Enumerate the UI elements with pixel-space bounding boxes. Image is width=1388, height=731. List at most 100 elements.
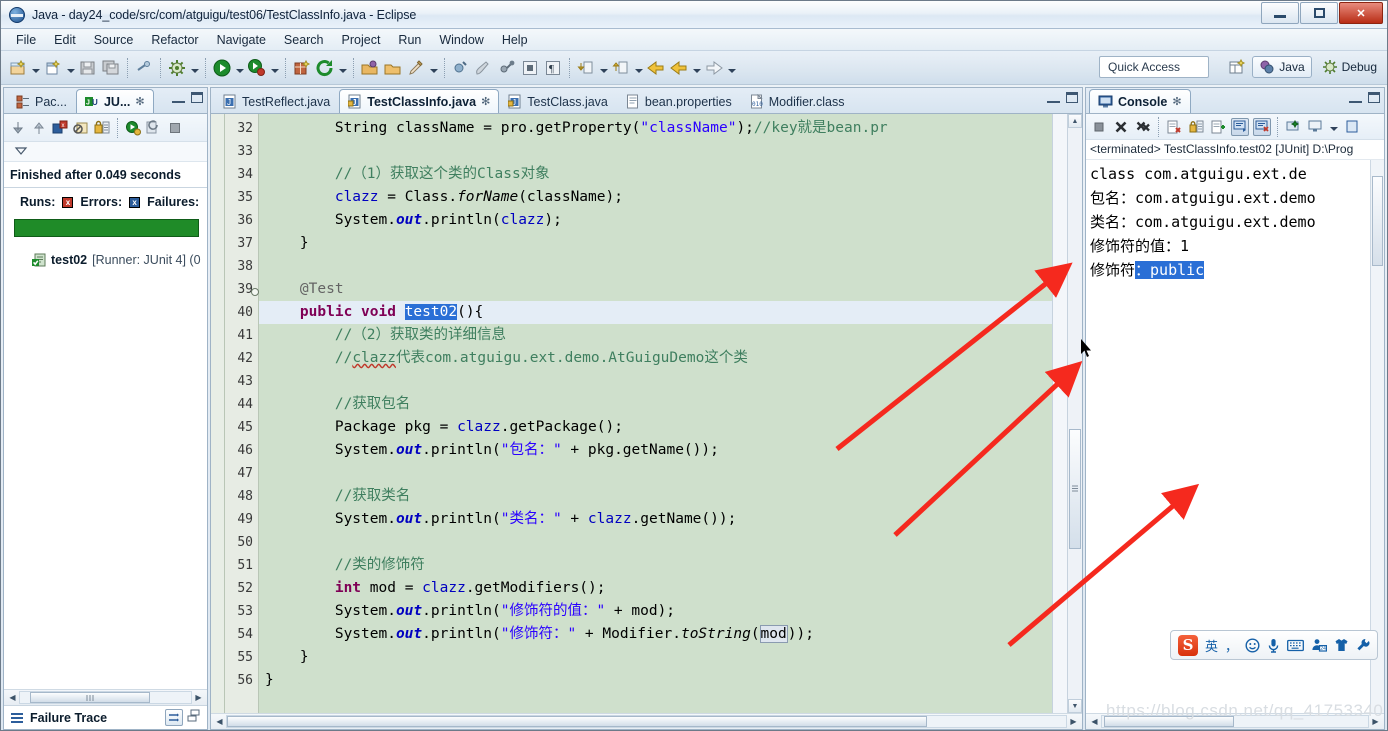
perspective-debug[interactable]: Debug xyxy=(1316,57,1383,77)
minimize-button[interactable] xyxy=(1261,2,1299,24)
scroll-up-icon[interactable]: ▲ xyxy=(1068,114,1082,128)
ime-settings-icon[interactable] xyxy=(1356,638,1370,652)
tab-testclassinfo-java[interactable]: J TestClassInfo.java ✻ xyxy=(339,89,500,113)
menu-item-source[interactable]: Source xyxy=(85,31,143,49)
show-ignored-icon[interactable] xyxy=(72,119,90,137)
code-line[interactable] xyxy=(259,255,1052,278)
overview-ruler[interactable] xyxy=(1052,114,1067,713)
menu-item-edit[interactable]: Edit xyxy=(45,31,85,49)
last-edit-location-icon[interactable] xyxy=(575,56,597,80)
annotation-ruler[interactable] xyxy=(211,114,225,713)
skip-breakpoints-icon[interactable] xyxy=(450,56,472,80)
minimize-view-icon[interactable] xyxy=(172,92,185,103)
sogou-logo-icon[interactable]: S xyxy=(1178,634,1198,656)
tab-close-icon[interactable]: ✻ xyxy=(481,95,490,108)
ime-language-toggle[interactable]: 英 xyxy=(1205,636,1218,655)
code-line[interactable]: clazz = Class.forName(className); xyxy=(259,186,1052,209)
pin-console-icon[interactable] xyxy=(1209,118,1227,136)
coverage-icon[interactable] xyxy=(314,56,336,80)
scroll-down-icon[interactable]: ▼ xyxy=(1068,699,1082,713)
code-line[interactable]: System.out.println("类名：" + clazz.getName… xyxy=(259,508,1052,531)
remove-launch-icon[interactable] xyxy=(1112,118,1130,136)
show-whitespace-icon[interactable]: ¶ xyxy=(542,56,564,80)
scroll-track[interactable] xyxy=(19,691,192,704)
open-type-icon[interactable] xyxy=(359,56,381,80)
rerun-test-icon[interactable] xyxy=(124,119,142,137)
new-wizard-dropdown-icon[interactable] xyxy=(30,57,41,79)
code-line[interactable] xyxy=(259,370,1052,393)
maximize-view-icon[interactable] xyxy=(191,92,203,103)
terminate-icon[interactable] xyxy=(1090,118,1108,136)
last-edit-dropdown-icon[interactable] xyxy=(598,57,609,79)
scroll-lock-icon[interactable] xyxy=(93,119,111,137)
menu-item-navigate[interactable]: Navigate xyxy=(208,31,275,49)
show-console-on-error-icon[interactable] xyxy=(1253,117,1271,136)
editor-hscroll-track[interactable] xyxy=(226,715,1067,728)
forward-dropdown-icon[interactable] xyxy=(726,57,737,79)
close-button[interactable]: ✕ xyxy=(1339,2,1383,24)
scroll-left-icon[interactable]: ◀ xyxy=(6,691,19,704)
back-alt-icon[interactable] xyxy=(668,56,690,80)
print-icon[interactable] xyxy=(133,56,155,80)
sogou-ime-toolbar[interactable]: S 英 ， 24 xyxy=(1170,630,1378,660)
code-line[interactable]: } xyxy=(259,232,1052,255)
code-line[interactable]: System.out.println("修饰符的值：" + mod); xyxy=(259,600,1052,623)
open-console-icon[interactable] xyxy=(1343,118,1361,136)
back-dropdown-icon[interactable] xyxy=(691,57,702,79)
open-perspective-icon[interactable] xyxy=(1226,55,1248,79)
maximize-button[interactable] xyxy=(1300,2,1338,24)
code-line[interactable]: //（1）获取这个类的Class对象 xyxy=(259,163,1052,186)
show-failures-only-icon[interactable]: x xyxy=(51,119,69,137)
menu-item-refactor[interactable]: Refactor xyxy=(142,31,207,49)
code-line[interactable]: String className = pro.getProperty("clas… xyxy=(259,117,1052,140)
new-console-view-icon[interactable] xyxy=(1284,118,1302,136)
menu-item-window[interactable]: Window xyxy=(430,31,492,49)
minimize-editor-icon[interactable] xyxy=(1047,92,1060,103)
code-line[interactable]: //（2）获取类的详细信息 xyxy=(259,324,1052,347)
menu-item-help[interactable]: Help xyxy=(493,31,537,49)
tab-modifier-class[interactable]: 010 Modifier.class xyxy=(741,89,854,113)
code-line[interactable] xyxy=(259,462,1052,485)
console-dropdown-icon[interactable] xyxy=(1328,119,1339,135)
link-icon[interactable] xyxy=(496,56,518,80)
ime-skin-icon[interactable] xyxy=(1334,638,1349,652)
console-scroll-left-icon[interactable]: ◀ xyxy=(1088,715,1101,728)
open-task-icon[interactable] xyxy=(382,56,404,80)
build-icon[interactable] xyxy=(166,56,188,80)
code-line[interactable]: //类的修饰符 xyxy=(259,554,1052,577)
code-line[interactable]: System.out.println("包名：" + pkg.getName()… xyxy=(259,439,1052,462)
tab-testclass-java[interactable]: J TestClass.java xyxy=(499,89,617,113)
code-line[interactable]: //clazz代表com.atguigu.ext.demo.AtGuiguDem… xyxy=(259,347,1052,370)
ime-voice-icon[interactable] xyxy=(1267,638,1280,653)
build-dropdown-icon[interactable] xyxy=(189,57,200,79)
tab-console-close-icon[interactable]: ✻ xyxy=(1172,95,1181,108)
code-line[interactable]: //获取包名 xyxy=(259,393,1052,416)
external-tools-icon[interactable] xyxy=(405,56,427,80)
maximize-console-icon[interactable] xyxy=(1368,92,1380,103)
menu-item-run[interactable]: Run xyxy=(389,31,430,49)
code-editor[interactable]: 32 33 34 35 36 37 38 39 40 41 42 43 44 45 46 47 48 49 50 51… xyxy=(211,114,1082,713)
overview-marker[interactable] xyxy=(1055,369,1064,375)
save-all-icon[interactable] xyxy=(100,56,122,80)
editor-scroll-thumb[interactable] xyxy=(1069,429,1081,549)
tab-console[interactable]: Console ✻ xyxy=(1089,89,1191,113)
next-failure-icon[interactable] xyxy=(9,119,27,137)
ime-toolbox-icon[interactable]: 24 xyxy=(1311,638,1327,652)
run-dropdown-icon[interactable] xyxy=(234,57,245,79)
new-java-package-icon[interactable] xyxy=(42,56,64,80)
tab-junit[interactable]: JU JU... ✻ xyxy=(75,89,154,113)
quick-access-input[interactable]: Quick Access xyxy=(1099,56,1209,78)
tab-package-explorer[interactable]: Pac... xyxy=(7,89,76,113)
forward-icon[interactable] xyxy=(703,56,725,80)
tab-junit-close-icon[interactable]: ✻ xyxy=(135,95,144,108)
scroll-thumb[interactable] xyxy=(30,692,150,703)
editor-scroll-right-icon[interactable]: ▶ xyxy=(1067,715,1080,728)
next-annotation-dropdown-icon[interactable] xyxy=(633,57,644,79)
toggle-block-selection-icon[interactable] xyxy=(519,56,541,80)
menu-item-search[interactable]: Search xyxy=(275,31,333,49)
junit-horizontal-scrollbar[interactable]: ◀ ▶ xyxy=(4,689,207,705)
tab-testreflect-java[interactable]: J TestReflect.java xyxy=(214,89,339,113)
next-annotation-icon[interactable] xyxy=(610,56,632,80)
scroll-right-icon[interactable]: ▶ xyxy=(192,691,205,704)
code-line[interactable]: int mod = clazz.getModifiers(); xyxy=(259,577,1052,600)
